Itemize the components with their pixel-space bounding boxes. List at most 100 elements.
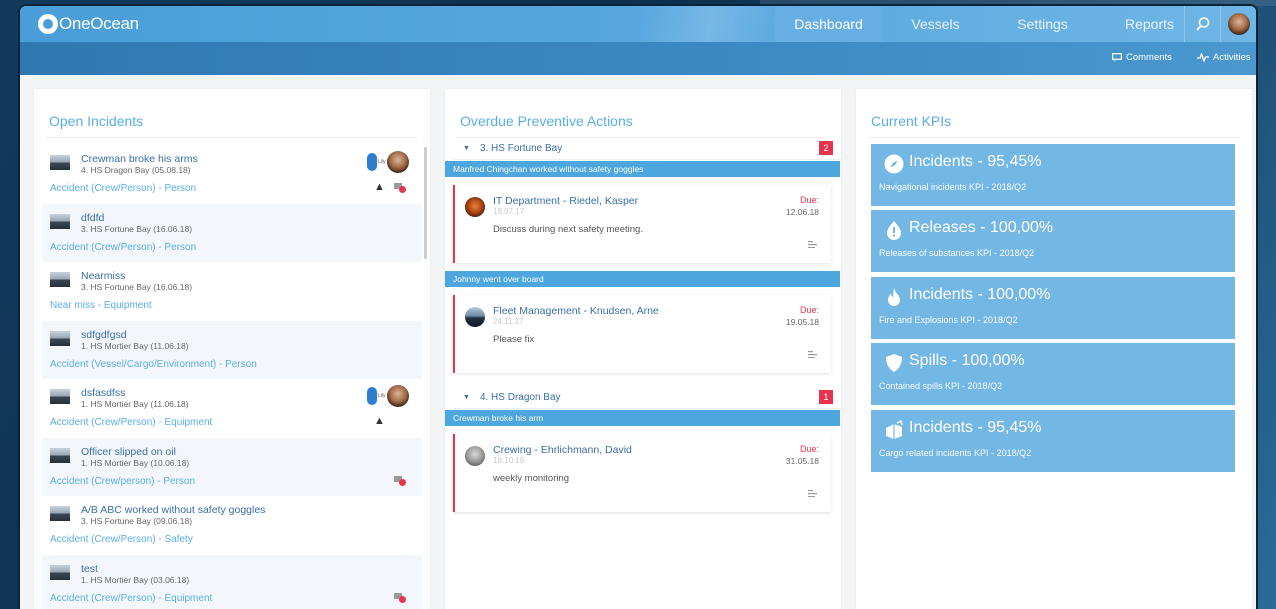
kpi-card[interactable]: Incidents - 100,00% Fire and Explosions … <box>871 277 1235 339</box>
overdue-actions-panel: Overdue Preventive Actions ▼ 3. HS Fortu… <box>445 89 841 609</box>
department-avatar <box>465 446 485 466</box>
scrollbar[interactable] <box>424 147 427 259</box>
incident-vessel-date: 3. HS Fortune Bay (16.06.18) <box>81 223 193 234</box>
incident-row[interactable]: sdfgdfgsd 1. HS Mortier Bay (11.06.18) A… <box>42 320 422 379</box>
incident-bar[interactable]: Crewman broke his arm <box>445 410 840 426</box>
vessel-thumbnail <box>50 330 70 346</box>
kpi-card[interactable]: Incidents - 95,45% Navigational incident… <box>871 144 1235 206</box>
kpi-description: Fire and Explosions KPI - 2018/Q2 <box>879 315 1018 325</box>
comment-icon <box>1112 53 1122 62</box>
incident-category: Accident (Crew/Person) - Equipment <box>50 592 213 604</box>
kpi-card[interactable]: Releases - 100,00% Releases of substance… <box>871 210 1235 272</box>
group-header[interactable]: ▼ 4. HS Dragon Bay 1 <box>453 387 841 409</box>
action-card[interactable]: Crewing - Ehrlichmann, David 18.10.16 we… <box>453 434 831 512</box>
incident-title: Crewman broke his arms <box>81 153 198 165</box>
kpi-card[interactable]: Spills - 100,00% Contained spills KPI - … <box>871 343 1235 405</box>
action-note: weekly monitoring <box>493 473 570 484</box>
incident-vessel-date: 1. HS Mortier Bay (11.06.18) <box>81 399 189 409</box>
department-avatar <box>465 197 485 217</box>
comment-alert-icon[interactable] <box>394 183 406 193</box>
count-badge: 1 <box>819 390 833 404</box>
due-label: Due: <box>799 195 819 205</box>
kpi-value: Releases - 100,00% <box>909 219 1054 236</box>
comment-alert-icon[interactable] <box>394 592 406 603</box>
kpi-value: Incidents - 95,45% <box>909 419 1042 436</box>
incident-title: sdfgdfgsd <box>81 328 127 341</box>
count-badge: 2 <box>819 141 833 155</box>
incident-category: Near miss - Equipment <box>50 300 152 311</box>
vessel-thumbnail <box>50 506 70 521</box>
kpi-panel: Current KPIs Incidents - 95,45% Navigati… <box>856 89 1252 609</box>
assignee-avatar <box>387 151 409 173</box>
user-avatar <box>1227 13 1250 35</box>
incident-category: Accident (Crew/Person) - Person <box>50 241 197 253</box>
comments-label: Comments <box>1126 52 1172 63</box>
list-menu-icon[interactable] <box>808 351 817 358</box>
incident-category: Accident (Crew/Person) - Person <box>50 183 197 194</box>
incident-category: Accident (Crew/person) - Person <box>50 475 196 487</box>
incident-row[interactable]: dsfasdfss 1. HS Mortier Bay (11.06.18) A… <box>42 379 422 438</box>
nav-dashboard[interactable]: Dashboard <box>775 6 882 42</box>
app-logo[interactable]: OneOcean <box>38 14 139 34</box>
comment-alert-icon[interactable] <box>394 475 406 486</box>
group-name: 4. HS Dragon Bay <box>479 392 561 403</box>
incident-vessel-date: 3. HS Fortune Bay (09.06.18) <box>81 516 193 526</box>
incident-row[interactable]: Crewman broke his arms 4. HS Dragon Bay … <box>42 145 422 204</box>
search-icon <box>1195 17 1209 31</box>
due-label: Due: <box>799 305 819 315</box>
incident-row[interactable]: Officer slipped on oil 1. HS Mortier Bay… <box>42 437 422 496</box>
due-date: 19.05.18 <box>785 317 819 327</box>
due-date: 12.06.18 <box>785 207 819 217</box>
user-menu-button[interactable] <box>1220 6 1256 42</box>
department-avatar <box>465 307 485 327</box>
incident-vessel-date: 1. HS Mortier Bay (10.06.18) <box>81 457 190 468</box>
incident-bar[interactable]: Manfred Chingchan worked without safety … <box>445 161 840 177</box>
sub-bar: Comments Activities <box>20 42 1256 75</box>
due-label: Due: <box>799 444 819 454</box>
activity-icon <box>1197 53 1209 62</box>
overdue-actions-title: Overdue Preventive Actions <box>460 113 633 129</box>
comments-link[interactable]: Comments <box>1112 52 1172 63</box>
compass-icon <box>884 154 904 174</box>
search-button[interactable] <box>1184 6 1220 42</box>
list-menu-icon[interactable] <box>808 241 817 248</box>
caret-down-icon: ▼ <box>463 145 470 152</box>
incident-row[interactable]: Nearmiss 3. HS Fortune Bay (16.06.18) Ne… <box>42 262 422 321</box>
action-card[interactable]: IT Department - Riedel, Kasper 19.07.17 … <box>453 185 831 263</box>
top-bar: OneOcean Dashboard Vessels Settings Repo… <box>20 6 1256 42</box>
incident-row[interactable]: A/B ABC worked without safety goggles 3.… <box>42 496 422 555</box>
due-date: 31.05.18 <box>785 456 819 466</box>
list-menu-icon[interactable] <box>808 490 817 497</box>
incident-row[interactable]: dfdfd 3. HS Fortune Bay (16.06.18) Accid… <box>42 203 422 262</box>
nav-settings[interactable]: Settings <box>989 6 1096 42</box>
incident-title: dsfasdfss <box>81 387 126 399</box>
topbar-decoration <box>640 6 780 42</box>
action-date: 19.07.17 <box>493 207 525 216</box>
incident-title: test <box>81 562 98 575</box>
vessel-thumbnail <box>50 272 70 287</box>
kpi-card[interactable]: Incidents - 95,45% Cargo related inciden… <box>871 410 1235 472</box>
logo-text: OneOcean <box>59 14 139 33</box>
divider <box>46 137 418 138</box>
incident-list: Crewman broke his arms 4. HS Dragon Bay … <box>42 145 422 609</box>
warning-icon: ▲ <box>374 415 385 427</box>
divider <box>868 137 1240 138</box>
activities-link[interactable]: Activities <box>1197 52 1250 63</box>
action-card[interactable]: Fleet Management - Knudsen, Arne 24.11.1… <box>453 295 831 373</box>
kpi-value: Incidents - 100,00% <box>909 286 1051 303</box>
exclamation-icon <box>887 221 901 240</box>
vessel-thumbnail <box>50 447 70 463</box>
incident-category: Accident (Crew/Person) - Safety <box>50 534 193 545</box>
nav-vessels[interactable]: Vessels <box>882 6 989 42</box>
caret-down-icon: ▼ <box>463 394 470 401</box>
incident-vessel-date: 4. HS Dragon Bay (05.08.18) <box>81 165 191 175</box>
incident-vessel-date: 1. HS Mortier Bay (03.06.18) <box>81 574 190 585</box>
open-incidents-title: Open Incidents <box>49 113 144 129</box>
action-title: Crewing - Ehrlichmann, David <box>493 444 632 456</box>
kpi-description: Navigational incidents KPI - 2018/Q2 <box>879 182 1027 192</box>
group-header[interactable]: ▼ 3. HS Fortune Bay 2 <box>453 138 841 160</box>
incident-row[interactable]: test 1. HS Mortier Bay (03.06.18) Accide… <box>42 554 422 609</box>
assignee-avatar <box>387 385 409 407</box>
incident-bar[interactable]: Johnny went over board <box>445 271 840 287</box>
fire-icon <box>888 288 900 306</box>
